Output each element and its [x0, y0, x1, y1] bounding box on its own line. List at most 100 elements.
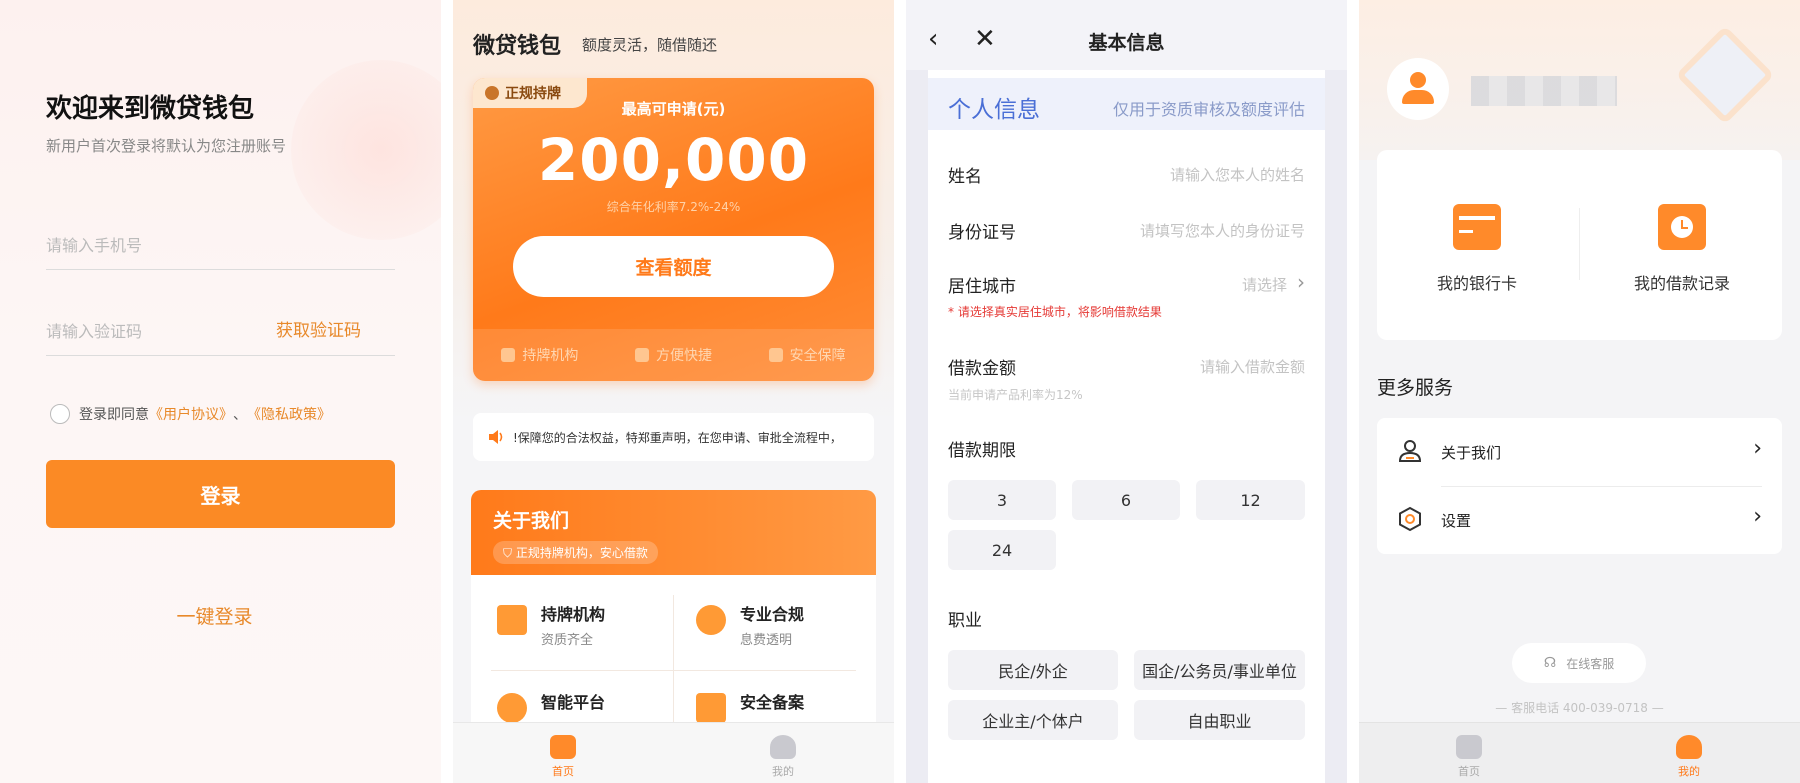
mine-screen: 我的银行卡 我的借款记录 更多服务 关于我们 › 设置 › ☊ 在线客服 — 客	[1359, 0, 1800, 783]
feature-fast: 方便快捷	[634, 345, 712, 365]
tab-bar: 首页 我的	[453, 722, 894, 783]
term-option[interactable]: 24	[948, 530, 1056, 570]
bank-icon	[497, 605, 527, 635]
agreement-row: 登录即同意 《用户协议》 、 《隐私政策》	[50, 404, 331, 424]
city-warning: * 请选择真实居住城市，将影响借款结果	[948, 305, 1162, 319]
online-service-button[interactable]: ☊ 在线客服	[1512, 643, 1646, 683]
card-divider	[1579, 208, 1580, 280]
term-label: 借款期限	[948, 441, 1016, 461]
job-option[interactable]: 民企/外企	[948, 650, 1118, 690]
max-amount-label: 最高可申请(元)	[621, 100, 726, 118]
headset-icon: ☊	[1543, 655, 1557, 671]
home-icon	[1456, 735, 1482, 759]
page-title: 基本信息	[1088, 32, 1165, 54]
code-field[interactable]: 请输入验证码 获取验证码	[46, 298, 395, 356]
nav-bar: ‹ ✕ 基本信息	[906, 0, 1347, 70]
online-service-label: 在线客服	[1566, 656, 1615, 671]
tab-home[interactable]: 首页	[533, 735, 593, 779]
chevron-right-icon: ›	[1753, 504, 1762, 529]
home-icon	[550, 735, 576, 759]
agree-checkbox[interactable]	[50, 404, 70, 424]
term-option[interactable]: 12	[1196, 480, 1305, 520]
basic-info-screen: ‹ ✕ 基本信息 个人信息 仅用于资质审核及额度评估 姓名 请输入您本人的姓名 …	[906, 0, 1347, 783]
lightning-icon	[634, 348, 649, 362]
login-button[interactable]: 登录	[46, 460, 395, 528]
feature-strip: 持牌机构 方便快捷 安全保障	[473, 329, 874, 381]
job-option[interactable]: 自由职业	[1134, 700, 1305, 740]
city-placeholder: 请选择	[1241, 276, 1287, 294]
term-option[interactable]: 3	[948, 480, 1056, 520]
agree-text: 登录即同意	[79, 407, 149, 423]
notice-text: !保障您的合法权益，特郑重声明，在您申请、审批全流程中，	[513, 430, 842, 445]
job-label: 职业	[948, 611, 982, 631]
check-badge-icon	[696, 605, 726, 635]
tab-mine[interactable]: 我的	[753, 735, 813, 779]
home-screen: 微贷钱包 额度灵活，随借随还 正规持牌 最高可申请(元) 200,000 综合年…	[453, 0, 894, 783]
quick-entry-card: 我的银行卡 我的借款记录	[1377, 150, 1782, 340]
bank-card-icon	[1453, 204, 1501, 250]
money-hand-icon	[497, 693, 527, 723]
section-note: 仅用于资质审核及额度评估	[1112, 100, 1305, 119]
max-amount: 200,000	[537, 126, 810, 194]
more-services-title: 更多服务	[1377, 377, 1454, 399]
credit-card-panel: 正规持牌 最高可申请(元) 200,000 综合年化利率7.2%-24% 查看额…	[473, 78, 874, 381]
chevron-right-icon: ›	[1753, 436, 1762, 461]
term-option[interactable]: 6	[1072, 480, 1180, 520]
loan-record-label: 我的借款记录	[1633, 274, 1730, 293]
feature-licensed: 持牌机构	[501, 345, 578, 365]
app-brand: 微贷钱包	[473, 34, 562, 59]
job-option[interactable]: 国企/公务员/事业单位	[1134, 650, 1305, 690]
annual-rate: 综合年化利率7.2%-24%	[606, 200, 741, 214]
name-label: 姓名	[948, 167, 982, 187]
login-screen: 欢迎来到微贷钱包 新用户首次登录将默认为您注册账号 请输入手机号 请输入验证码 …	[0, 0, 441, 783]
about-title: 关于我们	[493, 510, 570, 532]
quick-login-link[interactable]: 一键登录	[0, 602, 429, 629]
phone-placeholder: 请输入手机号	[46, 236, 143, 255]
page-subtitle: 新用户首次登录将默认为您注册账号	[46, 137, 287, 155]
about-subtitle: ⛉ 正规持牌机构，安心借款	[493, 541, 658, 564]
privacy-policy-link[interactable]: 《隐私政策》	[247, 404, 331, 424]
shield-check-icon	[696, 693, 726, 723]
avatar[interactable]	[1387, 58, 1449, 120]
user-icon	[1676, 735, 1702, 759]
tab-home[interactable]: 首页	[1439, 735, 1499, 779]
calendar-clock-icon	[1658, 204, 1706, 250]
view-limit-button[interactable]: 查看额度	[513, 236, 834, 297]
building-icon	[501, 348, 516, 362]
get-code-button[interactable]: 获取验证码	[276, 316, 361, 341]
loan-record-entry[interactable]: 我的借款记录	[1582, 204, 1782, 294]
code-placeholder: 请输入验证码	[46, 322, 143, 341]
chevron-right-icon: ›	[1297, 270, 1305, 294]
section-header: 个人信息 仅用于资质审核及额度评估	[928, 78, 1325, 130]
speaker-icon	[489, 430, 503, 444]
notice-bar[interactable]: !保障您的合法权益，特郑重声明，在您申请、审批全流程中，	[473, 413, 874, 461]
id-label: 身份证号	[948, 223, 1016, 243]
job-option[interactable]: 企业主/个体户	[948, 700, 1118, 740]
list-item-about[interactable]: 关于我们 ›	[1377, 418, 1782, 486]
city-label: 居住城市	[948, 277, 1016, 297]
bank-card-entry[interactable]: 我的银行卡	[1377, 204, 1577, 294]
feature-safe: 安全保障	[768, 345, 846, 365]
name-placeholder: 请输入您本人的姓名	[1169, 166, 1305, 184]
services-list: 关于我们 › 设置 ›	[1377, 418, 1782, 554]
shield-icon	[768, 348, 783, 362]
amount-label: 借款金额	[948, 359, 1016, 379]
amount-placeholder: 请输入借款金额	[1199, 358, 1305, 376]
username-blurred	[1471, 76, 1617, 106]
service-phone: — 客服电话 400-039-0718 —	[1495, 701, 1664, 715]
page-title: 欢迎来到微贷钱包	[46, 94, 255, 124]
section-title: 个人信息	[948, 97, 1040, 123]
phone-field[interactable]: 请输入手机号	[46, 212, 395, 270]
about-header: 关于我们 ⛉ 正规持牌机构，安心借款	[471, 490, 876, 575]
tab-mine[interactable]: 我的	[1659, 735, 1719, 779]
bank-card-label: 我的银行卡	[1436, 274, 1517, 293]
list-item-settings[interactable]: 设置 ›	[1377, 486, 1782, 554]
about-us-label: 关于我们	[1441, 444, 1502, 462]
grid-divider	[491, 670, 856, 671]
person-icon	[1398, 440, 1422, 462]
user-icon	[1410, 72, 1426, 88]
settings-icon	[1399, 506, 1421, 532]
user-icon	[770, 735, 796, 759]
app-slogan: 额度灵活，随借随还	[582, 36, 718, 54]
user-agreement-link[interactable]: 《用户协议》	[149, 404, 233, 424]
